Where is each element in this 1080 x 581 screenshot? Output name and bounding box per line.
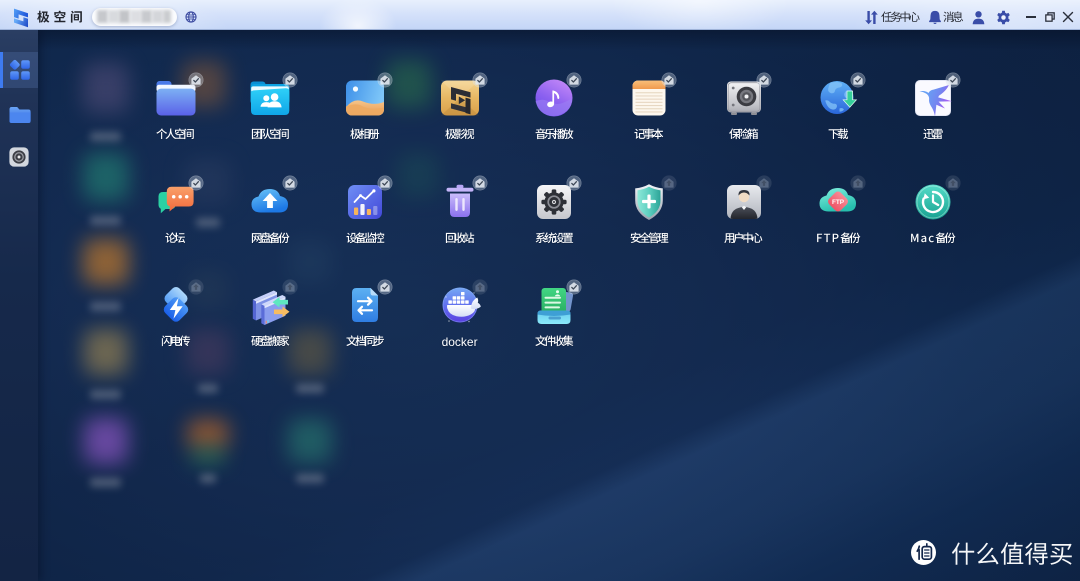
svg-text:FTP: FTP [832, 198, 845, 205]
